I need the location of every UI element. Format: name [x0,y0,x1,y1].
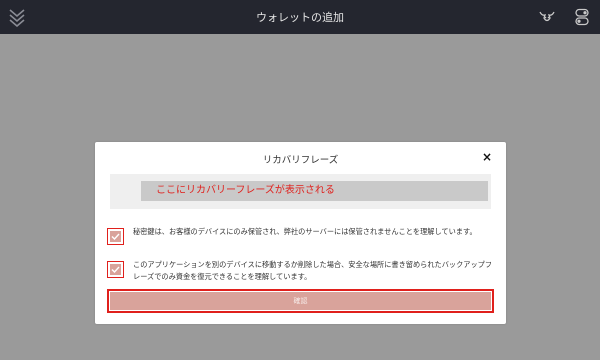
page-title: ウォレットの追加 [256,11,344,24]
dialog-title: リカバリフレーズ [262,155,339,166]
chevron-stack-logo[interactable] [8,7,26,27]
acknowledge-checkbox-1[interactable] [107,228,124,245]
bull-head-icon[interactable] [539,9,555,25]
acknowledge-text-2: このアプリケーションを別のデバイスに移動するか削除した場合、安全な場所に書き留め… [133,260,493,281]
confirm-button-label: 確認 [110,292,491,310]
checkmark-icon [111,233,120,240]
recovery-phrase-display: ここにリカバリーフレーズが表示される [141,181,488,201]
acknowledge-text-1: 秘密鍵は、お客様のデバイスにのみ保管され、弊社のサーバーには保管されませんことを… [133,227,477,236]
top-bar: ウォレットの追加 [0,0,600,34]
toggle-icon[interactable] [574,8,590,26]
checkmark-icon [111,266,120,273]
phrase-container: ここにリカバリーフレーズが表示される [110,174,491,209]
close-icon[interactable]: × [481,151,493,163]
recovery-phrase-dialog: リカバリフレーズ × ここにリカバリーフレーズが表示される 秘密鍵は、お客様のデ… [95,142,506,324]
acknowledge-checkbox-2[interactable] [107,261,124,278]
confirm-button[interactable]: 確認 [107,289,494,313]
